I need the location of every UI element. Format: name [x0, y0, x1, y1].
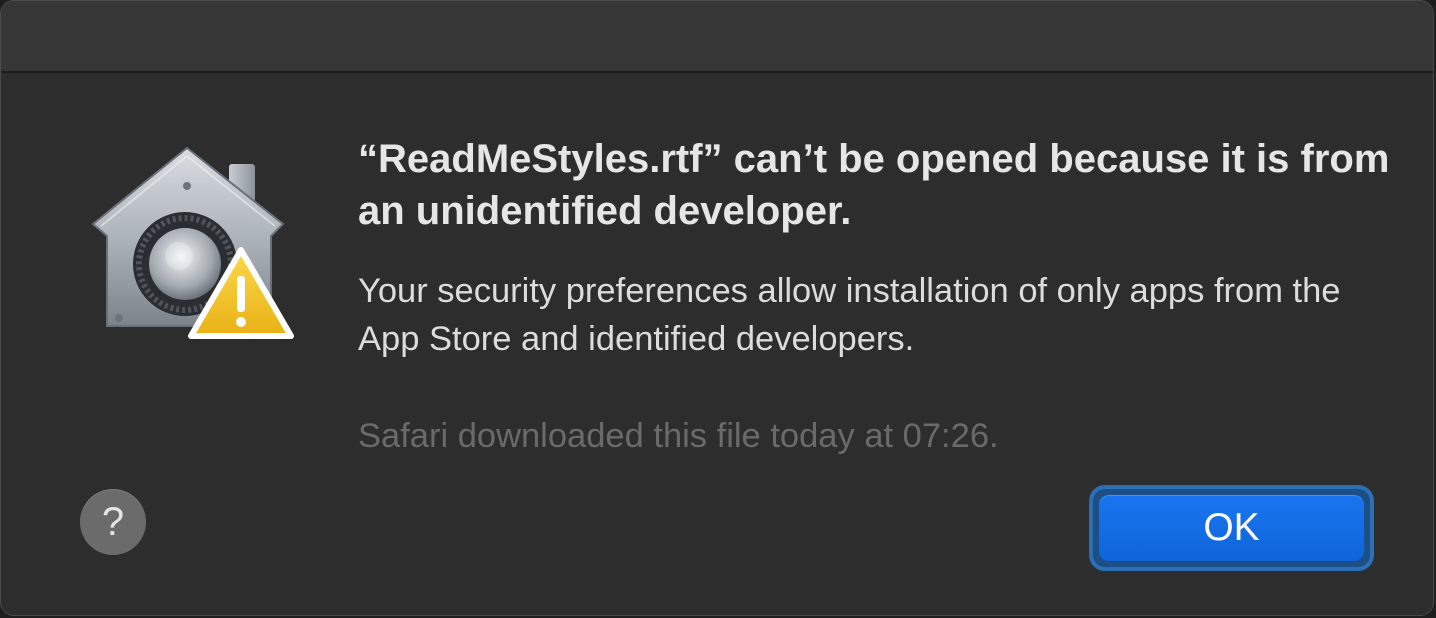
- alert-dialog: “ReadMeStyles.rtf” can’t be opened becau…: [0, 0, 1434, 616]
- gatekeeper-warning-icon: [91, 146, 294, 339]
- help-icon: ?: [101, 500, 125, 544]
- ok-button[interactable]: OK: [1099, 495, 1364, 561]
- dialog-message: Your security preferences allow installa…: [358, 272, 1341, 358]
- dialog-title: “ReadMeStyles.rtf” can’t be opened becau…: [358, 137, 1390, 233]
- dialog-titlebar: [1, 1, 1433, 73]
- download-info: Safari downloaded this file today at 07:…: [358, 417, 999, 455]
- help-button[interactable]: ?: [80, 489, 146, 555]
